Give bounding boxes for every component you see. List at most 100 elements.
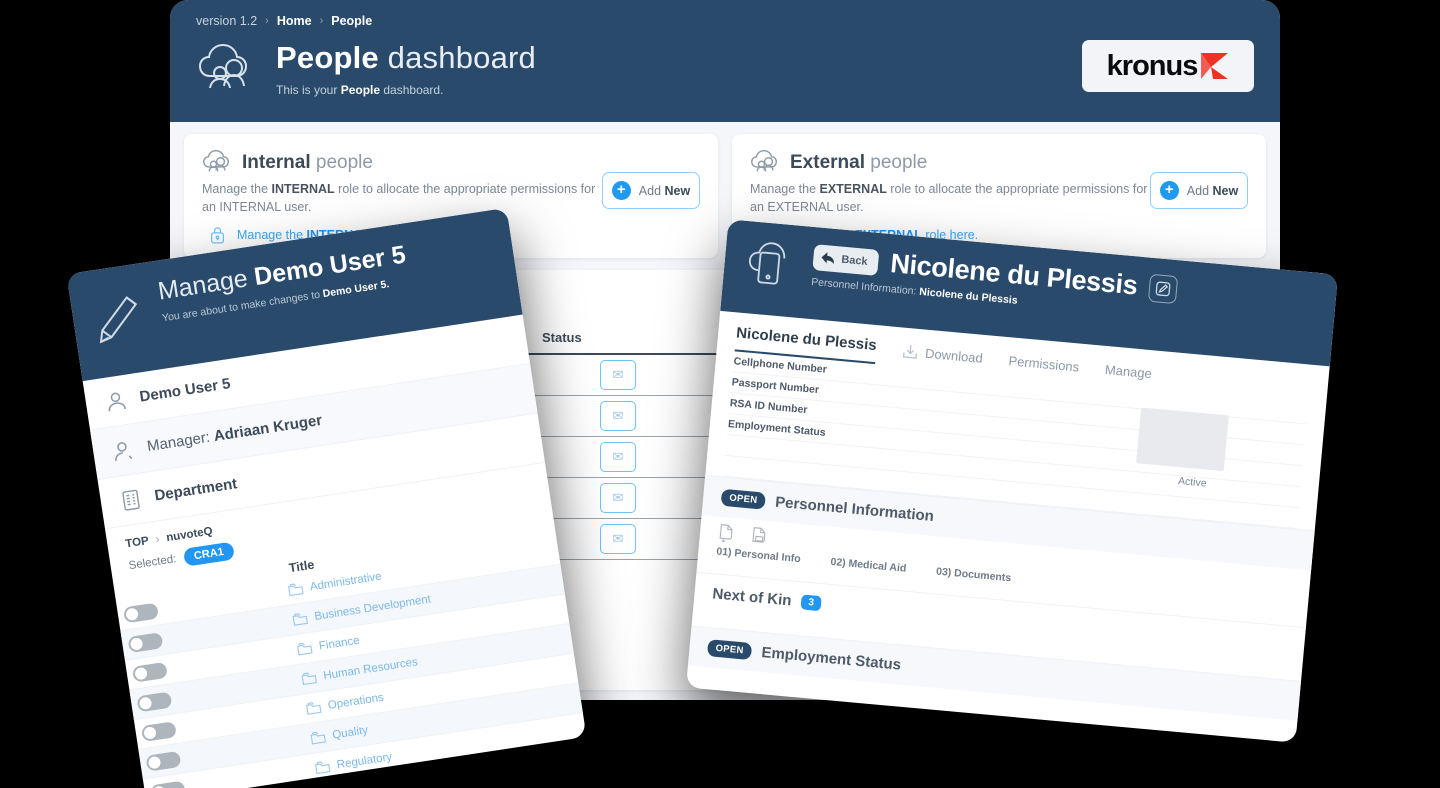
breadcrumb-people[interactable]: People bbox=[331, 14, 372, 28]
add-new-internal-button[interactable]: + Add New bbox=[602, 172, 700, 209]
page-subtitle-post: dashboard. bbox=[380, 82, 444, 97]
add-document-icon[interactable] bbox=[717, 523, 736, 543]
toggle-switch[interactable] bbox=[145, 750, 182, 772]
tab-label: Nicolene du Plessis bbox=[735, 324, 878, 355]
tab-label: Manage bbox=[1104, 362, 1153, 382]
envelope-icon[interactable]: ✉ bbox=[600, 442, 636, 473]
toggle-switch[interactable] bbox=[149, 779, 186, 788]
step-personal-info[interactable]: 01) Personal Info bbox=[716, 546, 801, 566]
folder-icon bbox=[292, 611, 309, 626]
logo-text: kronus bbox=[1106, 49, 1199, 82]
personnel-detail-card: Back Nicolene du Plessis Personnel Infor… bbox=[685, 219, 1339, 743]
external-card-title-light: people bbox=[870, 151, 928, 173]
internal-card-title-light: people bbox=[315, 151, 373, 173]
add-new-strong: New bbox=[664, 183, 691, 198]
manage-manager-value: Manager: Adriaan Kruger bbox=[146, 412, 323, 455]
page-title-block: People dashboard This is your People das… bbox=[276, 40, 536, 97]
folder-icon bbox=[296, 641, 313, 656]
folder-icon bbox=[305, 700, 322, 715]
tree-crumb-separator: › bbox=[154, 533, 161, 546]
next-of-kin-count-badge: 3 bbox=[800, 594, 822, 612]
tab-label: Permissions bbox=[1007, 353, 1080, 375]
tab-manage[interactable]: Manage bbox=[1104, 362, 1153, 389]
envelope-icon[interactable]: ✉ bbox=[600, 483, 636, 514]
open-badge: OPEN bbox=[706, 639, 753, 661]
people-cloud-icon bbox=[202, 150, 232, 175]
internal-desc-pre: Manage the bbox=[202, 182, 272, 196]
tree-item-label-wrap: Operations bbox=[305, 691, 384, 716]
tree-item-label-wrap: Finance bbox=[296, 634, 360, 656]
column-header-status[interactable]: Status bbox=[542, 330, 662, 345]
breadcrumb-separator-1: › bbox=[265, 15, 269, 27]
phone-cloud-icon bbox=[740, 235, 801, 296]
tree-item-label-wrap: Administrative bbox=[287, 570, 382, 597]
internal-card-description: Manage the INTERNAL role to allocate the… bbox=[202, 180, 602, 216]
breadcrumb: version 1.2 › Home › People bbox=[196, 14, 1254, 28]
manage-user-name: Demo User 5 bbox=[138, 375, 232, 406]
folder-icon bbox=[301, 670, 318, 686]
add-new-external-button[interactable]: + Add New bbox=[1150, 172, 1248, 209]
back-button[interactable]: Back bbox=[812, 243, 880, 276]
external-card-description: Manage the EXTERNAL role to allocate the… bbox=[750, 180, 1150, 216]
page-subtitle-pre: This is your bbox=[276, 82, 341, 97]
page-header: version 1.2 › Home › People People dashb… bbox=[170, 0, 1280, 122]
section-title: Next of Kin bbox=[711, 585, 793, 610]
internal-desc-strong: INTERNAL bbox=[271, 182, 335, 196]
folder-icon bbox=[310, 730, 327, 745]
edit-pencil-icon[interactable] bbox=[1148, 273, 1179, 304]
toggle-switch[interactable] bbox=[127, 631, 164, 653]
tree-item-name: Administrative bbox=[309, 570, 383, 593]
internal-card-title-strong: Internal bbox=[242, 151, 311, 173]
add-new-pre: Add bbox=[638, 183, 665, 198]
manage-department-label: Department bbox=[153, 475, 239, 505]
folder-icon bbox=[314, 759, 331, 775]
tree-item-name: Human Resources bbox=[322, 655, 419, 682]
tree-selected-chip[interactable]: CRA1 bbox=[182, 541, 235, 567]
toggle-switch[interactable] bbox=[122, 602, 159, 623]
page-subtitle-strong: People bbox=[340, 82, 381, 97]
screenshot-stage: version 1.2 › Home › People People dashb… bbox=[0, 0, 1440, 788]
manage-sub-strong: Demo User 5. bbox=[321, 277, 391, 300]
tree-crumb-node[interactable]: nuvoteQ bbox=[165, 525, 213, 544]
lock-icon bbox=[210, 225, 225, 244]
tree-item-name: Regulatory bbox=[336, 750, 393, 771]
envelope-icon[interactable]: ✉ bbox=[600, 360, 636, 391]
section-title: Employment Status bbox=[760, 644, 902, 674]
manage-department-value: Department bbox=[153, 475, 238, 504]
page-title-strong: People bbox=[276, 40, 379, 75]
employment-status-value: Active bbox=[1177, 475, 1208, 490]
manage-manager-label: Manager: bbox=[145, 428, 216, 456]
people-cloud-icon bbox=[196, 42, 258, 98]
tree-item-label-wrap: Regulatory bbox=[314, 750, 393, 775]
pencil-icon bbox=[90, 285, 151, 346]
download-icon bbox=[902, 343, 919, 360]
add-new-internal-label: Add New bbox=[639, 184, 690, 198]
people-cloud-icon bbox=[750, 150, 780, 175]
envelope-icon[interactable]: ✉ bbox=[600, 401, 636, 432]
toggle-switch[interactable] bbox=[140, 720, 177, 742]
kronus-logo: kronus bbox=[1082, 40, 1254, 92]
kronus-red-mark-icon bbox=[1199, 52, 1229, 80]
external-desc-pre: Manage the bbox=[750, 182, 820, 196]
folder-icon bbox=[287, 582, 304, 597]
tree-item-name: Finance bbox=[318, 634, 361, 653]
add-new-external-label: Add New bbox=[1187, 184, 1238, 198]
tree-crumb-root[interactable]: TOP bbox=[125, 535, 150, 550]
breadcrumb-home[interactable]: Home bbox=[277, 14, 312, 28]
back-arrow-icon bbox=[820, 251, 836, 265]
department-icon bbox=[117, 486, 144, 513]
toggle-switch[interactable] bbox=[136, 690, 173, 712]
toggle-switch[interactable] bbox=[131, 661, 168, 683]
section-title: Personnel Information bbox=[774, 493, 935, 526]
step-medical-aid[interactable]: 02) Medical Aid bbox=[830, 556, 907, 575]
page-title-light: dashboard bbox=[387, 40, 536, 75]
tree-item-label-wrap: Quality bbox=[310, 723, 369, 745]
breadcrumb-separator-2: › bbox=[319, 15, 324, 27]
step-documents[interactable]: 03) Documents bbox=[936, 566, 1012, 585]
print-document-icon[interactable] bbox=[750, 526, 769, 546]
page-subtitle: This is your People dashboard. bbox=[276, 83, 536, 97]
envelope-icon[interactable]: ✉ bbox=[600, 524, 636, 555]
manage-user-value: Demo User 5 bbox=[138, 375, 231, 406]
plus-circle-icon: + bbox=[1159, 181, 1179, 200]
page-title: People dashboard bbox=[276, 40, 536, 75]
